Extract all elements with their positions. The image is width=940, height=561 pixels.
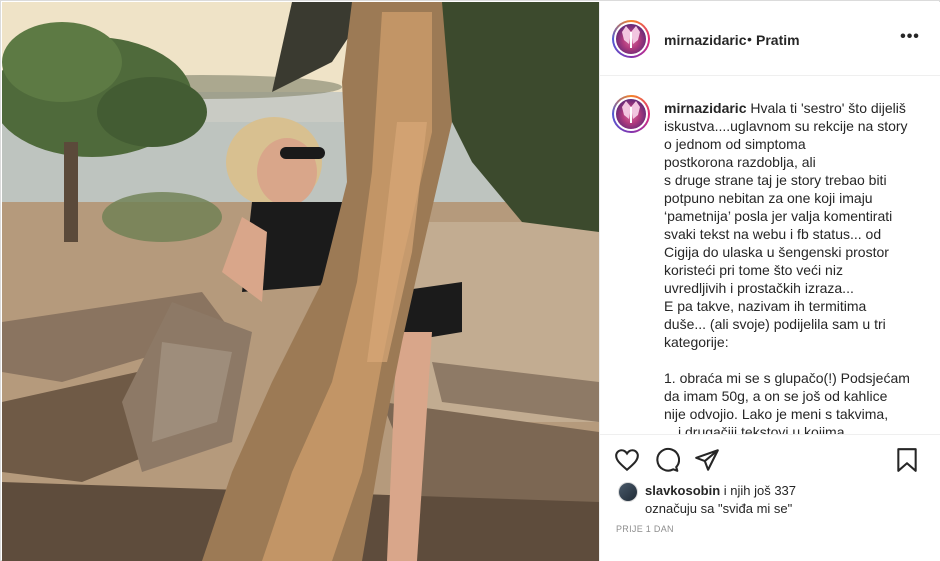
caption-line: s druge strane taj je story trebao biti <box>664 172 887 188</box>
caption-line: koristeći pri tome što veći niz <box>664 262 843 278</box>
likes-label: označuju sa "sviđa mi se" <box>645 501 793 516</box>
likes-line: slavkosobin i njih još 337 <box>645 483 796 498</box>
caption-first-line: mirnazidaric Hvala ti 'sestro' što dijel… <box>664 99 914 117</box>
caption-line: …i drugačiji tekstovi u kojima... <box>664 424 857 434</box>
likes-count-text[interactable]: i njih još 337 <box>720 483 796 498</box>
caption-line: uvredljivih i prostačkih izraza... <box>664 280 854 296</box>
heart-icon[interactable] <box>614 447 640 473</box>
caption-line: Hvala ti 'sestro' što dijeliš <box>750 100 906 116</box>
caption-line: da imam 50g, a on se još od kahlice <box>664 388 888 404</box>
caption-line: svaki tekst na webu i fb status... od <box>664 226 882 242</box>
instagram-post-window: mirnazidaric • Pratim ••• mirnazidaric H… <box>0 0 940 561</box>
caption-line: potpuno nebitan za one koji imaju <box>664 190 873 206</box>
liker-username[interactable]: slavkosobin <box>645 483 720 498</box>
likes-summary: slavkosobin i njih još 337 označuju sa "… <box>600 480 940 520</box>
caption-line: E pa takve, nazivam ih termitima <box>664 298 867 314</box>
angel-wings-logo <box>622 101 640 123</box>
caption-line: ‘pametnija’ posla jer valja komentirati <box>664 208 893 224</box>
caption-line: iskustva....uglavnom su rekcije na story <box>664 118 908 134</box>
caption-avatar[interactable] <box>612 95 650 133</box>
avatar[interactable] <box>612 20 650 58</box>
ellipsis-icon[interactable]: ••• <box>898 28 922 52</box>
following-button[interactable]: Pratim <box>756 32 800 48</box>
paper-plane-icon[interactable] <box>694 447 720 473</box>
post-caption: mirnazidaric Hvala ti 'sestro' što dijel… <box>664 99 914 434</box>
post-timestamp[interactable]: PRIJE 1 DAN <box>616 524 674 534</box>
caption-line: 1. obraća mi se s glupačo(!) Podsjećam <box>664 370 910 386</box>
caption-line: kategorije: <box>664 334 729 350</box>
liker-avatar[interactable] <box>618 482 638 502</box>
caption-line: duše... (ali svoje) podijelila sam u tri <box>664 316 886 332</box>
post-photo-illustration <box>2 2 599 561</box>
post-photo[interactable] <box>2 2 599 561</box>
bookmark-icon[interactable] <box>894 447 920 473</box>
header-separator: • <box>747 31 752 47</box>
post-header: mirnazidaric • Pratim ••• <box>600 2 940 76</box>
post-side-panel: mirnazidaric • Pratim ••• mirnazidaric H… <box>599 2 940 561</box>
angel-wings-logo <box>622 26 640 48</box>
post-author-username[interactable]: mirnazidaric <box>664 32 746 48</box>
caption-line: nije odvojio. Lako je meni s takvima, <box>664 406 889 422</box>
comment-icon[interactable] <box>654 447 680 473</box>
comments-section[interactable]: mirnazidaric Hvala ti 'sestro' što dijel… <box>600 77 940 434</box>
caption-username[interactable]: mirnazidaric <box>664 100 746 116</box>
caption-line: postkorona razdoblja, ali <box>664 154 816 170</box>
caption-line: o jednom od simptoma <box>664 136 806 152</box>
post-actions-bar <box>600 434 940 484</box>
caption-line: Cigija do ulaska u šengenski prostor <box>664 244 889 260</box>
